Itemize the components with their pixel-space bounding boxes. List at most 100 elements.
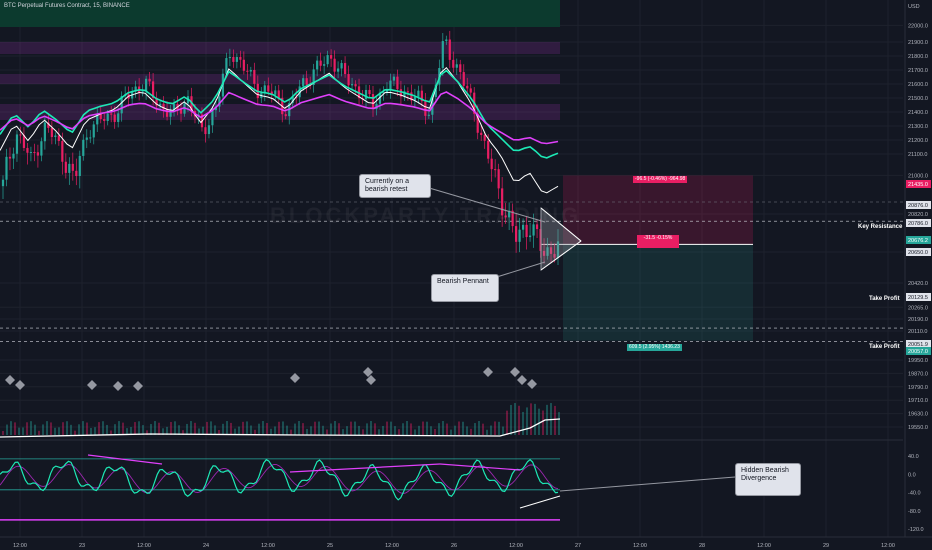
price-tick-label: 21600.0 xyxy=(908,82,928,88)
candle-body xyxy=(249,70,252,72)
price-tick-label: 20110.0 xyxy=(908,329,927,335)
oscillator-tick-label: 0.0 xyxy=(908,472,916,478)
volume-bar xyxy=(386,421,388,435)
volume-bar xyxy=(258,423,260,435)
volume-bar xyxy=(522,411,524,435)
volume-bar xyxy=(514,403,516,435)
candle-body xyxy=(466,85,469,89)
candle-body xyxy=(336,68,340,72)
candle-body xyxy=(462,72,465,86)
candle-body xyxy=(396,76,399,90)
candle-body xyxy=(204,127,207,135)
candle-body xyxy=(89,137,92,139)
divergence-line xyxy=(289,463,441,473)
divergence-pointer xyxy=(559,476,736,492)
volume-bar xyxy=(178,425,180,435)
volume-bar xyxy=(466,426,468,435)
candle-body xyxy=(82,139,85,156)
volume-bar xyxy=(534,403,536,435)
candle-body xyxy=(424,101,427,116)
volume-bar xyxy=(94,427,96,435)
volume-bar xyxy=(490,425,492,435)
candle-body xyxy=(75,170,78,177)
candle-body xyxy=(36,152,40,156)
time-tick-label: 26 xyxy=(451,543,457,549)
volume-bar xyxy=(346,426,348,435)
volume-bar xyxy=(474,423,476,435)
time-tick-label: 27 xyxy=(575,543,581,549)
candle-body xyxy=(455,64,458,68)
volume-bar xyxy=(470,428,472,435)
volume-bar xyxy=(318,421,320,435)
oscillator-tick-label: 40.0 xyxy=(908,454,919,460)
volume-bar xyxy=(478,421,480,435)
signal-diamond xyxy=(87,380,97,390)
volume-bar xyxy=(438,423,440,435)
volume-bar xyxy=(354,421,356,435)
volume-bar xyxy=(158,422,160,435)
time-tick-label: 12:00 xyxy=(137,543,151,549)
candle-body xyxy=(459,64,462,73)
time-tick-label: 12:00 xyxy=(509,543,523,549)
volume-bar xyxy=(226,421,228,435)
candle-body xyxy=(441,41,444,68)
candle-body xyxy=(50,127,53,138)
candle-body xyxy=(103,118,106,122)
volume-bar xyxy=(542,410,544,435)
candle-body xyxy=(323,64,326,66)
candle-body xyxy=(417,90,420,97)
price-tick-label: 20265.0 xyxy=(908,305,928,311)
candle-body xyxy=(445,39,448,42)
candle-body xyxy=(78,155,81,177)
candle-body xyxy=(117,113,120,122)
price-tick-label: 19710.0 xyxy=(908,398,928,404)
price-tag: 20786.0 xyxy=(908,221,928,227)
volume-bar xyxy=(294,423,296,435)
chart-title: BTC Perpetual Futures Contract, 15, BINA… xyxy=(4,3,130,9)
volume-bar xyxy=(530,403,532,435)
volume-bar xyxy=(554,405,556,435)
price-tick-label: 21300.0 xyxy=(908,124,928,130)
volume-bar xyxy=(50,422,52,435)
volume-bar xyxy=(382,425,384,435)
price-tick-label: 19550.0 xyxy=(908,425,928,431)
volume-bar xyxy=(86,422,88,435)
candles xyxy=(1,30,560,265)
volume-bar xyxy=(174,421,176,435)
volume-bar xyxy=(486,429,488,435)
price-tick-label: 21400.0 xyxy=(908,110,928,116)
candle-body xyxy=(333,58,336,72)
volume-bar xyxy=(446,423,448,435)
candle-body xyxy=(487,140,490,159)
volume-bar xyxy=(378,429,380,435)
volume-bar xyxy=(298,421,300,435)
volume-bar xyxy=(82,421,84,435)
price-tick-label: 19790.0 xyxy=(908,385,928,391)
volume-bar xyxy=(370,421,372,435)
candle-body xyxy=(347,74,350,86)
volume-bar xyxy=(46,421,48,435)
time-tick-label: 12:00 xyxy=(757,543,771,549)
volume-bar xyxy=(214,425,216,435)
volume-bar xyxy=(422,421,424,435)
volume-bar xyxy=(414,429,416,435)
volume-bar xyxy=(342,429,344,435)
volume-bar xyxy=(482,423,484,435)
candle-body xyxy=(354,84,357,87)
key-resistance-label: Key Resistance xyxy=(858,224,903,230)
volume-bar xyxy=(18,427,20,435)
volume-bar xyxy=(302,423,304,435)
resistance-zone xyxy=(0,74,560,84)
volume-bar xyxy=(510,404,512,435)
time-tick-label: 12:00 xyxy=(633,543,647,549)
volume-bar xyxy=(210,421,212,435)
candle-body xyxy=(242,59,245,71)
candle-body xyxy=(235,57,238,62)
volume-bar xyxy=(434,428,436,435)
volume-bar xyxy=(38,430,40,435)
candle-body xyxy=(316,60,319,70)
volume-bar xyxy=(2,431,4,435)
volume-bar xyxy=(558,412,560,435)
volume-bar xyxy=(206,421,208,435)
candle-body xyxy=(54,135,57,138)
